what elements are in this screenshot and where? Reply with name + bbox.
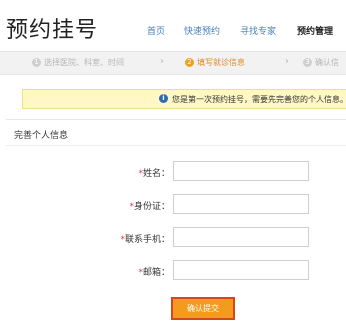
section-title: 完善个人信息	[14, 131, 69, 141]
field-label-text: 身份证：	[133, 202, 170, 212]
form-row-email: *邮箱：	[0, 260, 346, 282]
submit-button[interactable]: 确认提交	[171, 297, 235, 320]
first-time-notice: i 您是第一次预约挂号，需要先完善您的个人信息。	[22, 89, 346, 109]
step-confirm: 3 确认信	[303, 57, 339, 68]
nav-item-find-expert[interactable]: 寻找专家	[240, 24, 276, 37]
progress-steps: 1 选择医院、科室、时间 › 2 填写就诊信息 › 3 确认信	[0, 51, 346, 75]
field-label-text: 姓名：	[142, 169, 170, 179]
section-divider	[6, 145, 346, 146]
personal-info-section: 完善个人信息	[6, 119, 346, 321]
step-separator-icon: ›	[285, 56, 289, 67]
step-label: 选择医院、科室、时间	[44, 58, 124, 67]
step-fill-info: 2 填写就诊信息	[185, 57, 245, 68]
notice-text: 您是第一次预约挂号，需要先完善您的个人信息。	[172, 95, 346, 104]
field-label: *身份证：	[129, 199, 170, 212]
name-input[interactable]	[173, 161, 309, 181]
info-icon: i	[159, 94, 168, 103]
field-label-text: 邮箱：	[142, 268, 170, 278]
nav-item-quick-booking[interactable]: 快速预约	[184, 24, 220, 37]
step-number: 3	[303, 58, 312, 67]
field-label: *邮箱：	[138, 265, 170, 278]
form-row-phone: *联系手机：	[0, 227, 346, 249]
step-number: 2	[185, 58, 194, 67]
nav-item-booking-management[interactable]: 预约管理	[297, 24, 333, 37]
field-label: *姓名：	[138, 166, 170, 179]
step-separator-icon: ›	[160, 56, 164, 67]
top-nav: 首页 快速预约 寻找专家 预约管理	[0, 24, 346, 38]
nav-item-home[interactable]: 首页	[147, 24, 165, 37]
email-input[interactable]	[173, 260, 309, 280]
field-label: *联系手机：	[120, 232, 170, 245]
phone-input[interactable]	[173, 227, 309, 247]
form-row-id-card: *身份证：	[0, 194, 346, 216]
step-label: 确认信	[315, 58, 339, 67]
form-row-name: *姓名：	[0, 161, 346, 183]
step-number: 1	[32, 58, 41, 67]
field-label-text: 联系手机：	[124, 235, 170, 245]
id-card-input[interactable]	[173, 194, 309, 214]
step-select-hospital: 1 选择医院、科室、时间	[32, 57, 124, 68]
step-label: 填写就诊信息	[197, 58, 245, 67]
